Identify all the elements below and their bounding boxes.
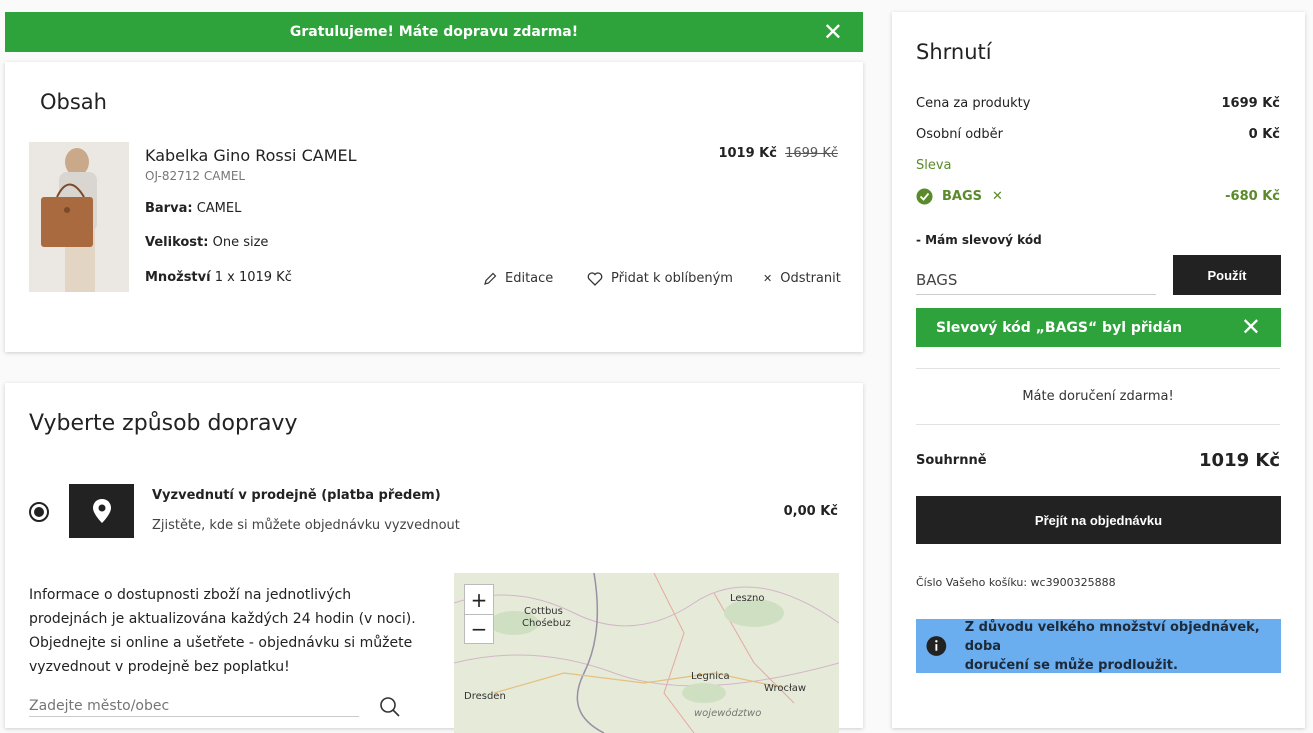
content-title: Obsah bbox=[40, 90, 107, 114]
info-line: vyzvednout v prodejně bez poplatku! bbox=[29, 659, 290, 675]
size-value: One size bbox=[212, 235, 269, 250]
delivery-card: Vyberte způsob dopravy Vyzvednutí v prod… bbox=[5, 383, 863, 733]
free-shipping-text: Gratulujeme! Máte dopravu zdarma! bbox=[289, 24, 579, 40]
edit-button[interactable]: Editace bbox=[483, 271, 553, 286]
map-label-wojewodztwo: województwo bbox=[694, 708, 762, 719]
city-search-input[interactable] bbox=[29, 696, 359, 717]
zoom-in-button[interactable]: + bbox=[464, 584, 494, 614]
coupon-code: BAGS bbox=[942, 189, 983, 204]
product-color: Barva: CAMEL bbox=[145, 201, 241, 216]
close-banner-icon[interactable]: ✕ bbox=[823, 20, 843, 44]
pickup-option-price: 0,00 Kč bbox=[783, 504, 838, 519]
notice-text: Z důvodu velkého množství objednávek, do… bbox=[965, 618, 1281, 675]
check-circle-icon bbox=[916, 188, 933, 205]
add-to-favorites-button[interactable]: Přidat k oblíbeným bbox=[587, 271, 733, 286]
map-label-wroclaw: Wrocław bbox=[764, 683, 807, 694]
info-line: prodejnách je aktualizována každých 24 h… bbox=[29, 611, 416, 627]
pickup-radio[interactable] bbox=[29, 502, 49, 522]
color-value: CAMEL bbox=[196, 201, 242, 216]
map-label-dresden: Dresden bbox=[464, 691, 506, 702]
old-price: 1699 Kč bbox=[785, 146, 838, 161]
products-price-label: Cena za produkty bbox=[916, 96, 1031, 111]
color-label: Barva: bbox=[145, 201, 193, 216]
cart-number: Číslo Vašeho košíku: wc3900325888 bbox=[916, 576, 1116, 589]
info-line: Informace o dostupnosti zboží na jednotl… bbox=[29, 587, 352, 603]
delivery-delay-notice: Z důvodu velkého množství objednávek, do… bbox=[916, 619, 1281, 673]
pickup-price-value: 0 Kč bbox=[1248, 127, 1280, 142]
cart-content-card: Obsah Kabelka Gino Rossi CAMEL OJ-82712 … bbox=[5, 62, 863, 352]
total-row: Souhrnně 1019 Kč bbox=[916, 450, 1280, 471]
qty-value: 1 x 1019 Kč bbox=[214, 270, 292, 285]
free-shipping-banner: Gratulujeme! Máte dopravu zdarma! ✕ bbox=[5, 12, 863, 52]
map-label-chosebuz: Chośebuz bbox=[522, 618, 571, 629]
pickup-option-name[interactable]: Vyzvednutí v prodejně (platba předem) bbox=[152, 488, 441, 503]
products-price-row: Cena za produkty 1699 Kč bbox=[916, 96, 1280, 111]
info-icon bbox=[926, 636, 947, 656]
discount-label: Sleva bbox=[916, 158, 952, 173]
notice-line: doručení se může prodloužit. bbox=[964, 657, 1178, 673]
free-delivery-text: Máte doručení zdarma! bbox=[1022, 389, 1174, 404]
remove-icon: ✕ bbox=[763, 272, 773, 285]
summary-card: Shrnutí Cena za produkty 1699 Kč Osobní … bbox=[892, 12, 1305, 728]
edit-label: Editace bbox=[505, 271, 554, 286]
discount-code-input[interactable] bbox=[916, 265, 1156, 295]
size-label: Velikost: bbox=[145, 235, 209, 250]
have-code-toggle[interactable]: - Mám slevový kód bbox=[916, 233, 1042, 247]
map-label-legnica: Legnica bbox=[691, 671, 730, 682]
product-name[interactable]: Kabelka Gino Rossi CAMEL bbox=[145, 146, 357, 165]
favorite-label: Přidat k oblíbeným bbox=[611, 271, 733, 286]
qty-label: Množství bbox=[145, 270, 211, 285]
close-code-banner-icon[interactable]: ✕ bbox=[1241, 315, 1261, 339]
map-label-cottbus: Cottbus bbox=[524, 606, 563, 617]
map-tiles bbox=[454, 573, 839, 733]
checkout-button[interactable]: Přejít na objednávku bbox=[916, 496, 1281, 544]
pencil-icon bbox=[484, 272, 497, 285]
search-icon[interactable] bbox=[379, 696, 401, 718]
apply-code-button[interactable]: Použít bbox=[1173, 255, 1281, 295]
remove-button[interactable]: ✕ Odstranit bbox=[763, 271, 841, 286]
product-quantity: Množství 1 x 1019 Kč bbox=[145, 270, 292, 285]
current-price: 1019 Kč bbox=[718, 146, 777, 161]
code-added-text: Slevový kód „BAGS“ byl přidán bbox=[936, 319, 1183, 336]
notice-line: Z důvodu velkého množství objednávek, do… bbox=[964, 619, 1260, 654]
pickup-price-row: Osobní odběr 0 Kč bbox=[916, 127, 1280, 142]
code-added-banner: Slevový kód „BAGS“ byl přidán ✕ bbox=[916, 308, 1281, 347]
availability-info: Informace o dostupnosti zboží na jednotl… bbox=[29, 583, 429, 679]
total-label: Souhrnně bbox=[916, 453, 987, 468]
coupon-remove-icon[interactable]: ✕ bbox=[992, 189, 1003, 204]
pickup-option-icon-box bbox=[69, 484, 134, 538]
remove-label: Odstranit bbox=[780, 271, 841, 286]
products-price-value: 1699 Kč bbox=[1221, 96, 1281, 111]
total-value: 1019 Kč bbox=[1199, 450, 1280, 471]
coupon-value: -680 Kč bbox=[1225, 189, 1280, 204]
pickup-option-description: Zjistěte, kde si můžete objednávku vyzve… bbox=[152, 518, 460, 533]
heart-icon bbox=[587, 271, 603, 286]
delivery-title: Vyberte způsob dopravy bbox=[29, 411, 298, 436]
coupon-row: BAGS ✕ -680 Kč bbox=[916, 188, 1280, 205]
map-label-leszno: Leszno bbox=[730, 593, 765, 604]
product-price: 1019 Kč 1699 Kč bbox=[718, 146, 838, 161]
zoom-out-button[interactable]: − bbox=[464, 614, 494, 644]
summary-title: Shrnutí bbox=[916, 40, 992, 64]
product-size: Velikost: One size bbox=[145, 235, 268, 250]
store-map[interactable]: + − Cottbus Chośebuz Leszno Legnica Wroc… bbox=[454, 573, 839, 733]
location-pin-icon bbox=[92, 499, 111, 523]
product-sku: OJ-82712 CAMEL bbox=[145, 169, 246, 183]
pickup-price-label: Osobní odběr bbox=[916, 127, 1003, 142]
summary-divider bbox=[916, 368, 1280, 369]
info-line: Objednejte si online a ušetřete - objedn… bbox=[29, 635, 413, 651]
product-image[interactable] bbox=[29, 142, 129, 292]
summary-divider bbox=[916, 424, 1280, 425]
